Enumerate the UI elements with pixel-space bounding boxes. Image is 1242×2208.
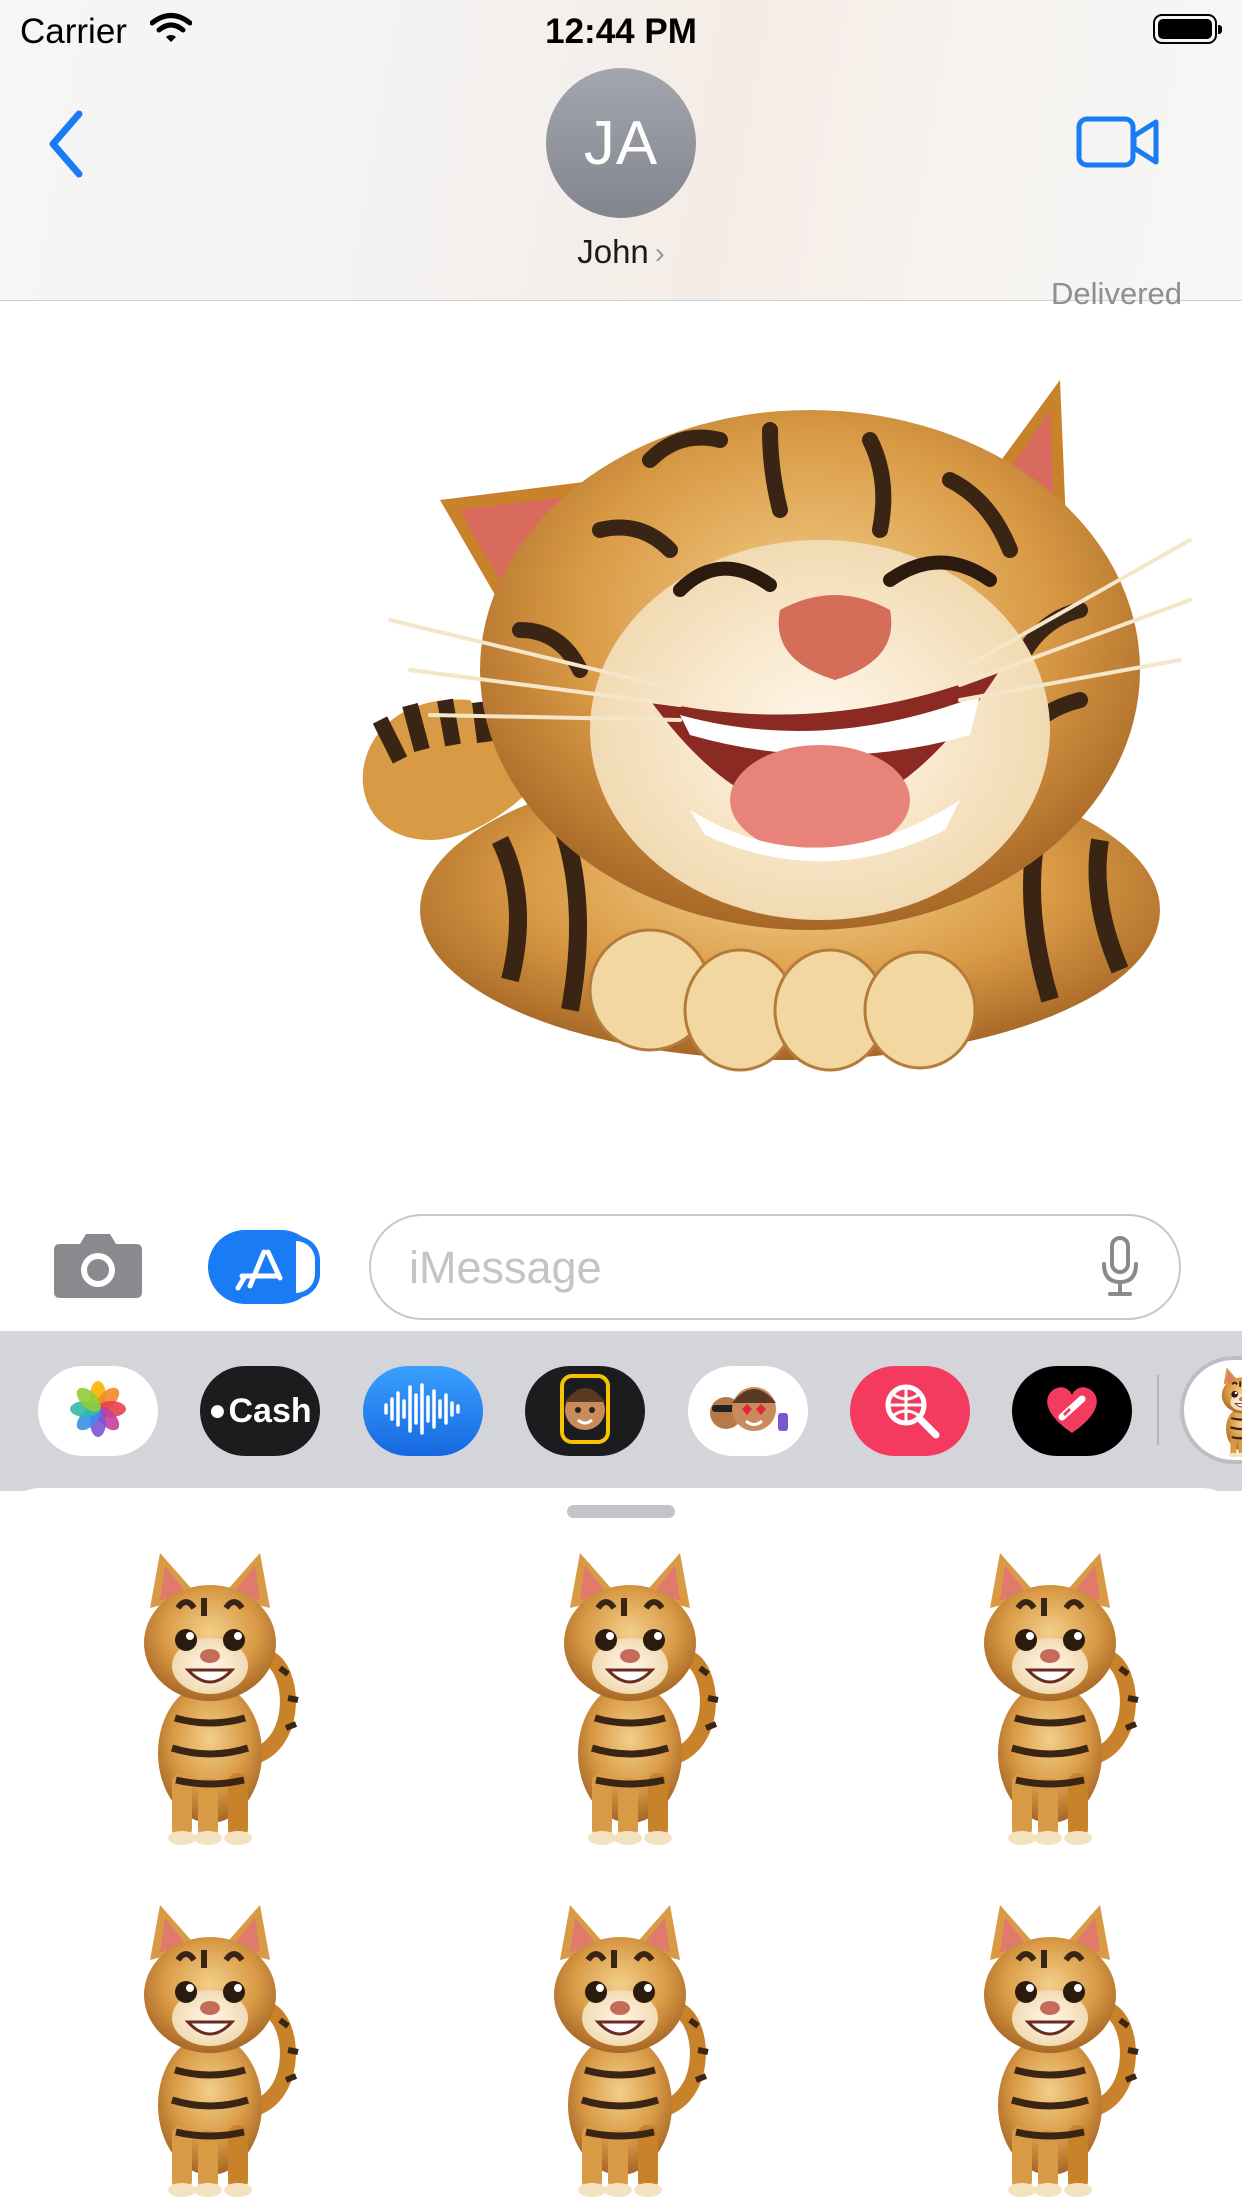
app-drawer-divider: [1157, 1375, 1159, 1445]
audio-waveform-icon: [380, 1381, 466, 1442]
memoji-stickers-app-button[interactable]: [688, 1366, 808, 1456]
camera-icon: [52, 1234, 144, 1304]
globe-search-icon: [878, 1377, 942, 1446]
cat-sticker-5[interactable]: [490, 1900, 750, 2200]
memoji-app-button[interactable]: [525, 1366, 645, 1456]
imessage-input[interactable]: iMessage: [369, 1214, 1181, 1320]
cat-sticker-6[interactable]: [920, 1900, 1180, 2200]
camera-button[interactable]: [52, 1228, 144, 1305]
cat-sticker-4[interactable]: [80, 1900, 340, 2200]
cat-sticker-1[interactable]: [80, 1548, 340, 1848]
microphone-icon: [1100, 1236, 1140, 1302]
memoji-stickers-icon: [698, 1369, 798, 1454]
apple-cash-app-button[interactable]: ● Cash: [200, 1366, 320, 1456]
photos-icon: [66, 1377, 130, 1446]
cat-sticker-3[interactable]: [920, 1548, 1180, 1848]
apple-cash-icon: ●: [208, 1394, 227, 1427]
digital-touch-app-button[interactable]: [1012, 1366, 1132, 1456]
imessage-placeholder: iMessage: [409, 1242, 602, 1293]
image-search-app-button[interactable]: [850, 1366, 970, 1456]
heart-icon: [1042, 1381, 1102, 1442]
app-store-button[interactable]: [208, 1230, 320, 1304]
apple-cash-label: Cash: [228, 1391, 312, 1430]
photos-app-button[interactable]: [38, 1366, 158, 1456]
memoji-icon: [540, 1366, 630, 1456]
laughing-cat-sticker[interactable]: [350, 370, 1200, 1095]
audio-app-button[interactable]: [363, 1366, 483, 1456]
app-store-icon: [230, 1242, 290, 1299]
app-drawer-indicator: [296, 1236, 320, 1298]
cat-sticker-icon: [1190, 1366, 1242, 1463]
panel-grabber[interactable]: [567, 1505, 675, 1518]
cat-sticker-2[interactable]: [490, 1548, 750, 1848]
dictation-button[interactable]: [1100, 1236, 1140, 1303]
nav-overlay: [0, 0, 1242, 300]
cat-stickers-app-button[interactable]: [1180, 1356, 1242, 1464]
